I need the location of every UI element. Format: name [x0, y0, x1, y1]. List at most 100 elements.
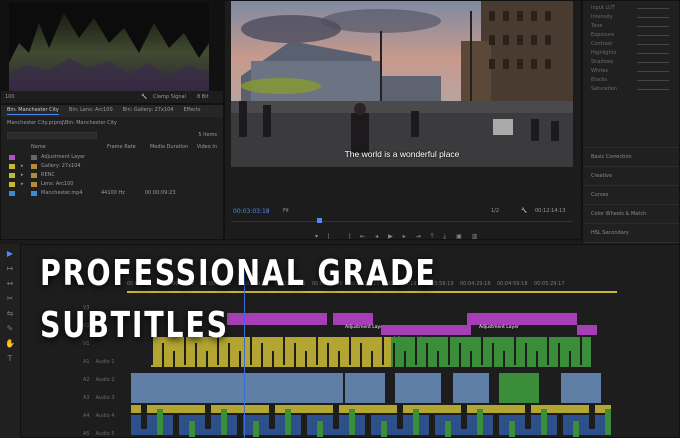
cut-marker[interactable]: [525, 343, 527, 373]
audio-clip[interactable]: [253, 421, 259, 437]
lumetri-slider[interactable]: [637, 17, 669, 18]
audio-clip[interactable]: [205, 403, 211, 429]
lumetri-slider[interactable]: [637, 62, 669, 63]
lumetri-control-row[interactable]: Exposure: [583, 32, 679, 41]
audio-clip[interactable]: [453, 373, 489, 403]
lumetri-slider[interactable]: [637, 53, 669, 54]
lumetri-section-header[interactable]: Curves: [583, 185, 679, 204]
audio-clip[interactable]: [157, 409, 163, 435]
audio-clip[interactable]: [573, 421, 579, 437]
lumetri-slider[interactable]: [637, 71, 669, 72]
track-select-icon[interactable]: ↦: [5, 264, 15, 274]
extract-icon[interactable]: ⤓: [443, 233, 446, 239]
cut-marker[interactable]: [492, 343, 494, 373]
lumetri-control-row[interactable]: Tone: [583, 23, 679, 32]
project-item[interactable]: Manchester.mp4 44100 Hz 00:00:09:23: [1, 189, 223, 198]
marker-icon[interactable]: ▾: [315, 233, 318, 239]
lumetri-section-header[interactable]: HSL Secondary: [583, 223, 679, 242]
audio-clip[interactable]: [131, 415, 611, 435]
cut-marker[interactable]: [547, 335, 549, 365]
lumetri-slider[interactable]: [637, 80, 669, 81]
col-frame-rate[interactable]: Frame Rate: [107, 144, 150, 151]
slip-tool-icon[interactable]: ⇋: [5, 309, 15, 319]
audio-clip[interactable]: [269, 403, 275, 429]
audio-clip[interactable]: [141, 403, 147, 429]
lumetri-slider[interactable]: [637, 44, 669, 45]
col-name[interactable]: Name: [31, 144, 107, 151]
fit-dropdown[interactable]: Fit: [283, 208, 289, 215]
razor-tool-icon[interactable]: ✂: [5, 294, 15, 304]
wrench-icon[interactable]: 🔧: [141, 94, 147, 101]
go-to-in-icon[interactable]: ⇤: [360, 233, 365, 239]
audio-clip[interactable]: [541, 409, 547, 435]
audio-clip[interactable]: [397, 403, 403, 429]
project-search-input[interactable]: [7, 131, 97, 139]
lumetri-control-row[interactable]: Whites: [583, 68, 679, 77]
audio-clip[interactable]: [237, 415, 243, 437]
tab-effects[interactable]: Effects: [184, 107, 201, 115]
cut-marker[interactable]: [558, 343, 560, 373]
compare-icon[interactable]: ▥: [472, 233, 478, 239]
cut-marker[interactable]: [448, 335, 450, 365]
tab-bin-manchester[interactable]: Bin: Manchester City: [7, 107, 59, 115]
project-item[interactable]: ▸ Lens: Arc100: [1, 180, 223, 189]
audio-clip[interactable]: [445, 421, 451, 437]
expand-chevron-icon[interactable]: ▸: [21, 181, 31, 188]
bit-depth-label[interactable]: 8 Bit: [197, 94, 209, 101]
cut-marker[interactable]: [514, 335, 516, 365]
audio-clip[interactable]: [345, 373, 385, 403]
lumetri-slider[interactable]: [637, 26, 669, 27]
step-forward-icon[interactable]: ▸: [403, 233, 406, 239]
audio-clip[interactable]: [317, 421, 323, 437]
audio-clip[interactable]: [221, 409, 227, 435]
lumetri-section-header[interactable]: Creative: [583, 166, 679, 185]
program-playhead-marker[interactable]: [317, 218, 322, 223]
cut-marker[interactable]: [459, 343, 461, 373]
audio-clip[interactable]: [333, 403, 339, 429]
lumetri-section-header[interactable]: Color Wheels & Match: [583, 204, 679, 223]
in-point-icon[interactable]: ⎸: [328, 233, 334, 239]
program-scrubber[interactable]: [231, 218, 573, 223]
wrench-icon[interactable]: 🔧: [521, 208, 527, 215]
lumetri-control-row[interactable]: Blacks: [583, 77, 679, 86]
out-point-icon[interactable]: ⎹: [344, 233, 350, 239]
selection-tool-icon[interactable]: ▶: [5, 249, 15, 259]
audio-clip[interactable]: [285, 409, 291, 435]
audio-clip[interactable]: [461, 403, 467, 429]
audio-clip[interactable]: [429, 415, 435, 437]
audio-clip[interactable]: [509, 421, 515, 437]
go-to-out-icon[interactable]: ⇥: [416, 233, 421, 239]
audio-clip[interactable]: [493, 415, 499, 437]
audio-clip[interactable]: [477, 409, 483, 435]
lumetri-control-row[interactable]: Shadows: [583, 59, 679, 68]
hand-tool-icon[interactable]: ✋: [5, 339, 15, 349]
subtitle-caption[interactable]: The world is a wonderful place: [231, 149, 573, 159]
project-item[interactable]: ▸ RENC: [1, 171, 223, 180]
lumetri-section-header[interactable]: Basic Correction: [583, 147, 679, 166]
tab-bin-gallery[interactable]: Bin: Gallery: 27x104: [123, 107, 174, 115]
audio-clip[interactable]: [525, 403, 531, 429]
project-item[interactable]: ▸ Gallery: 27x104: [1, 162, 223, 171]
play-icon[interactable]: ▶: [388, 233, 393, 239]
adjustment-layer-clip[interactable]: Adjustment Layer: [467, 313, 577, 330]
lumetri-slider[interactable]: [637, 35, 669, 36]
audio-clip[interactable]: [173, 415, 179, 437]
lumetri-slider[interactable]: [637, 89, 669, 90]
audio-clip[interactable]: [381, 421, 387, 437]
expand-chevron-icon[interactable]: ▸: [21, 172, 31, 179]
lumetri-control-row[interactable]: Input LUT: [583, 5, 679, 14]
audio-clip[interactable]: [395, 373, 441, 403]
tab-bin-lens[interactable]: Bin: Lens: Arc100: [69, 107, 113, 115]
pen-tool-icon[interactable]: ✎: [5, 324, 15, 334]
audio-clip[interactable]: [349, 409, 355, 435]
track-header[interactable]: A1 Audio 1: [83, 359, 147, 369]
cut-marker[interactable]: [481, 335, 483, 365]
audio-clip[interactable]: [561, 373, 601, 403]
audio-clip[interactable]: [131, 373, 343, 403]
lift-icon[interactable]: ⤒: [431, 233, 434, 239]
lumetri-slider[interactable]: [637, 8, 669, 9]
playhead-timecode[interactable]: 00:03:03:18: [233, 208, 270, 215]
audio-clip[interactable]: [189, 421, 195, 437]
col-media-duration[interactable]: Media Duration: [150, 144, 197, 151]
audio-clip[interactable]: [301, 415, 307, 437]
